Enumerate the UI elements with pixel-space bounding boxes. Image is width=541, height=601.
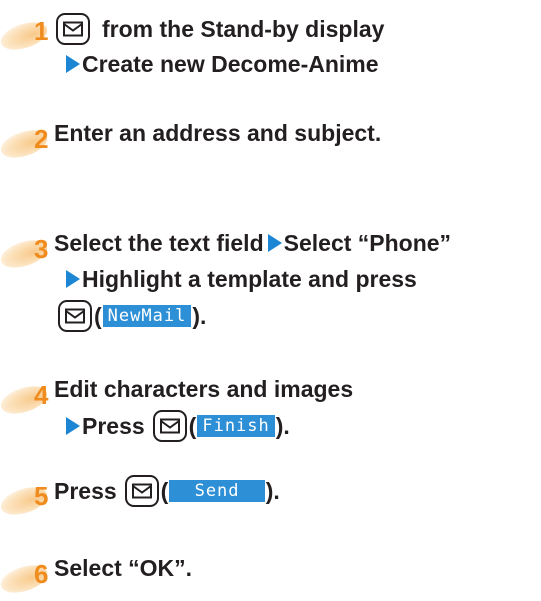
step-number: 5 bbox=[34, 481, 49, 511]
triangle-right-icon bbox=[66, 55, 80, 73]
step-number-badge: 4 bbox=[0, 374, 60, 422]
step-number-badge: 5 bbox=[0, 475, 60, 523]
softkey-finish-label: Finish bbox=[197, 415, 275, 437]
step-number: 1 bbox=[34, 16, 49, 46]
softkey-send-label: Send bbox=[169, 480, 265, 502]
mail-key-icon bbox=[58, 300, 92, 332]
step-text: Select “OK”. bbox=[54, 555, 193, 581]
step-4-line-2: Press ( Finish ). bbox=[66, 410, 290, 442]
step-text: Press bbox=[54, 478, 117, 504]
mail-key-icon bbox=[56, 13, 90, 45]
step-1-line-1: from the Stand-by display bbox=[54, 13, 384, 45]
step-number-badge: 1 bbox=[0, 10, 60, 58]
triangle-right-icon bbox=[66, 417, 80, 435]
step-number: 6 bbox=[34, 559, 49, 589]
step-3-line-1: Select the text field Select “Phone” bbox=[54, 228, 451, 258]
step-text: from the Stand-by display bbox=[102, 16, 385, 42]
mail-key-icon bbox=[152, 410, 187, 442]
step-text: Edit characters and images bbox=[54, 376, 354, 402]
step-text: Highlight a template and press bbox=[82, 266, 417, 292]
step-number: 3 bbox=[34, 234, 49, 264]
paren-open: ( bbox=[94, 303, 102, 329]
triangle-right-icon bbox=[66, 270, 80, 288]
step-text: Enter an address and subject. bbox=[54, 120, 382, 146]
step-text: Press bbox=[82, 413, 145, 439]
step-3-line-2: Highlight a template and press bbox=[66, 264, 417, 294]
paren-open: ( bbox=[160, 478, 169, 504]
triangle-right-icon bbox=[267, 234, 282, 252]
step-text: Create new Decome-Anime bbox=[82, 51, 379, 77]
step-2-line-1: Enter an address and subject. bbox=[54, 118, 381, 148]
softkey-newmail-label: NewMail bbox=[102, 305, 192, 327]
step-text: Select the text field bbox=[54, 230, 264, 256]
step-number-badge: 2 bbox=[0, 118, 60, 166]
step-number-badge: 6 bbox=[0, 553, 60, 601]
step-6-line-1: Select “OK”. bbox=[54, 553, 192, 583]
paren-close: ). bbox=[192, 303, 207, 329]
step-text: Select “Phone” bbox=[283, 230, 452, 256]
step-4-line-1: Edit characters and images bbox=[54, 374, 353, 404]
paren-close: ). bbox=[275, 413, 290, 439]
paren-open: ( bbox=[188, 413, 197, 439]
step-1-line-2: Create new Decome-Anime bbox=[66, 49, 379, 79]
step-number-badge: 3 bbox=[0, 228, 60, 276]
step-number: 4 bbox=[34, 380, 49, 410]
step-3-line-3: ( NewMail ). bbox=[56, 300, 206, 332]
paren-close: ). bbox=[265, 478, 280, 504]
mail-key-icon bbox=[124, 475, 159, 507]
step-number: 2 bbox=[34, 124, 49, 154]
step-5-line-1: Press ( Send ). bbox=[54, 475, 280, 507]
